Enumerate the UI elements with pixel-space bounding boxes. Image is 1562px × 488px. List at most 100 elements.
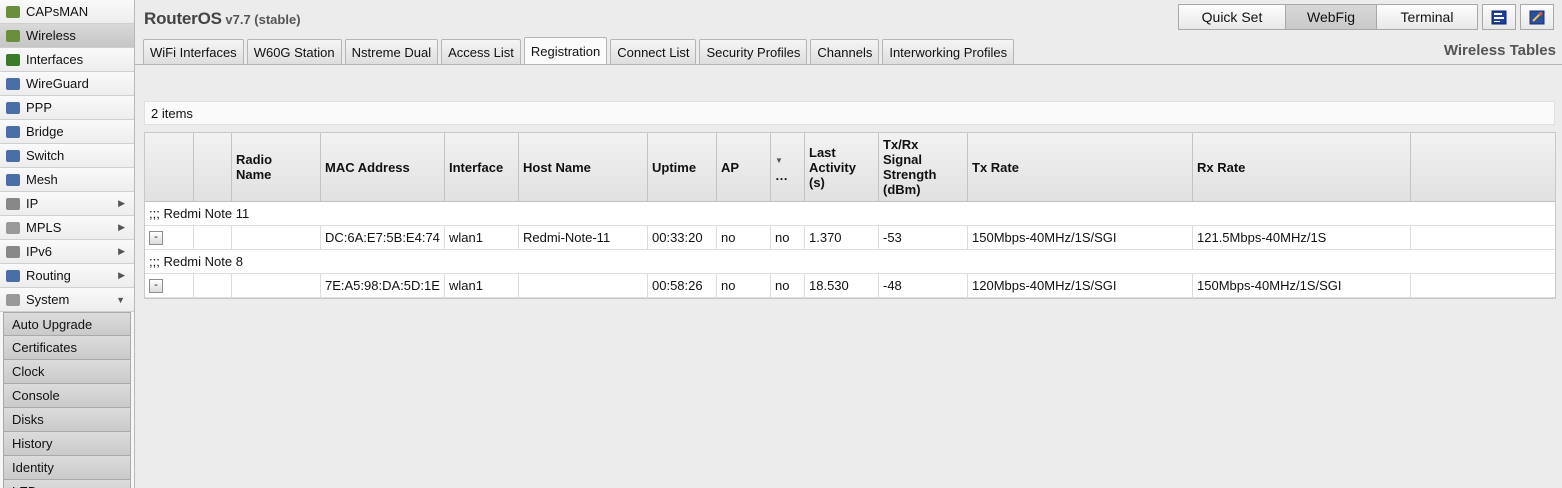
table-cell: 150Mbps-40MHz/1S/SGI	[1193, 274, 1411, 297]
sidebar-item-mesh[interactable]: Mesh	[0, 168, 134, 192]
row-action-cell: -	[145, 274, 194, 297]
submenu-item-auto-upgrade[interactable]: Auto Upgrade	[3, 312, 131, 336]
submenu-item-led[interactable]: LED	[3, 480, 131, 488]
sidebar-item-mpls[interactable]: MPLS ▶	[0, 216, 134, 240]
table-cell: no	[717, 274, 771, 297]
tab-channels[interactable]: Channels	[810, 39, 880, 64]
header-line: Signal	[883, 152, 923, 167]
table-row[interactable]: - DC:6A:E7:5B:E4:74 wlan1 Redmi-Note-11 00:3…	[145, 226, 1555, 250]
sidebar-item-interfaces[interactable]: Interfaces	[0, 48, 134, 72]
table-cell: no	[717, 226, 771, 249]
terminal-button[interactable]: Terminal	[1376, 4, 1478, 30]
sidebar-item-system[interactable]: System ▼	[0, 288, 134, 312]
column-header-blank[interactable]	[145, 133, 194, 201]
column-header-[interactable]: ▼…	[771, 133, 805, 201]
sidebar-item-ipv6[interactable]: IPv6 ▶	[0, 240, 134, 264]
design-mode-icon[interactable]	[1482, 4, 1516, 30]
chevron-right-icon: ▶	[118, 222, 125, 232]
header-line: (s)	[809, 174, 825, 190]
brand: RouterOS v7.7 (stable)	[144, 9, 301, 29]
sidebar-item-wireguard[interactable]: WireGuard	[0, 72, 134, 96]
column-header-last-activity-s[interactable]: Last Activity (s)	[805, 133, 879, 201]
sidebar-item-ppp[interactable]: PPP	[0, 96, 134, 120]
column-header-interface[interactable]: Interface	[445, 133, 519, 201]
sidebar-item-wireless[interactable]: Wireless	[0, 24, 134, 48]
sidebar-item-label: Mesh	[26, 172, 58, 187]
column-header-tx-rx-signal-strength-dbm[interactable]: Tx/Rx Signal Strength (dBm)	[879, 133, 968, 201]
tab-interworking-profiles[interactable]: Interworking Profiles	[882, 39, 1015, 64]
column-header-ap[interactable]: AP	[717, 133, 771, 201]
header-line: Host Name	[523, 159, 591, 175]
sidebar-item-switch[interactable]: Switch	[0, 144, 134, 168]
switch-icon	[6, 149, 20, 162]
ppp-icon	[6, 101, 20, 114]
sidebar-item-ip[interactable]: IP ▶	[0, 192, 134, 216]
header-line: Uptime	[652, 159, 697, 175]
submenu-item-clock[interactable]: Clock	[3, 360, 131, 384]
header-line: Activity	[809, 159, 856, 175]
header-line: Radio	[236, 152, 273, 167]
table-cell: no	[771, 274, 805, 297]
column-header-host-name[interactable]: Host Name	[519, 133, 648, 201]
tab-access-list[interactable]: Access List	[441, 39, 521, 64]
table-cell	[1411, 226, 1555, 249]
sidebar-item-bridge[interactable]: Bridge	[0, 120, 134, 144]
column-header-uptime[interactable]: Uptime	[648, 133, 717, 201]
column-header-label: Interface	[449, 160, 503, 175]
column-header-label: Uptime	[652, 160, 696, 175]
column-header-mac-address[interactable]: MAC Address	[321, 133, 445, 201]
header-line: AP	[721, 159, 740, 175]
submenu-item-console[interactable]: Console	[3, 384, 131, 408]
tab-w60g-station[interactable]: W60G Station	[246, 39, 342, 64]
column-header-label: Last Activity (s)	[809, 145, 856, 190]
table-cell: 7E:A5:98:DA:5D:1E	[321, 274, 445, 297]
submenu-item-disks[interactable]: Disks	[3, 408, 131, 432]
sidebar-item-label: MPLS	[26, 220, 62, 235]
table-cell	[194, 226, 232, 249]
table-cell: wlan1	[445, 226, 519, 249]
tab-wifi-interfaces[interactable]: WiFi Interfaces	[143, 39, 244, 64]
header-line: Tx/Rx	[883, 137, 919, 152]
remove-button[interactable]: -	[149, 230, 163, 245]
table-row[interactable]: -7E:A5:98:DA:5D:1E wlan1 00:58:26 no no 18.53…	[145, 274, 1555, 298]
table-cell: 150Mbps-40MHz/1S/SGI	[968, 226, 1193, 249]
tab-nstreme-dual[interactable]: Nstreme Dual	[344, 39, 439, 64]
brand-name: RouterOS	[144, 9, 222, 28]
column-header-tx-rate[interactable]: Tx Rate	[968, 133, 1193, 201]
interfaces-icon	[6, 53, 20, 66]
sidebar-item-label: System	[26, 292, 70, 307]
sidebar-item-label: CAPsMAN	[26, 4, 89, 19]
ipv6-icon	[6, 245, 20, 258]
remove-button[interactable]: -	[149, 278, 163, 293]
column-header-rx-rate[interactable]: Rx Rate	[1193, 133, 1411, 201]
mpls-icon	[6, 221, 20, 234]
submenu-item-identity[interactable]: Identity	[3, 456, 131, 480]
submenu-item-history[interactable]: History	[3, 432, 131, 456]
tab-security-profiles[interactable]: Security Profiles	[699, 39, 808, 64]
tab-connect-list[interactable]: Connect List	[610, 39, 697, 64]
quick-set-button[interactable]: Quick Set	[1178, 4, 1286, 30]
submenu-item-certificates[interactable]: Certificates	[3, 336, 131, 360]
column-header-radio-name[interactable]: Radio Name	[232, 133, 321, 201]
sidebar-item-routing[interactable]: Routing ▶	[0, 264, 134, 288]
table-cell: -53	[879, 226, 968, 249]
items-count: 2 items	[144, 101, 1555, 125]
settings-icon[interactable]	[1520, 4, 1554, 30]
column-header-blank[interactable]	[1411, 133, 1555, 201]
column-header-blank[interactable]	[194, 133, 232, 201]
header-line: MAC Address	[325, 159, 410, 175]
header-line: Rx Rate	[1197, 159, 1246, 175]
sidebar: CAPsMAN Wireless Interfaces WireGuard PPP Bri…	[0, 0, 135, 488]
header: RouterOS v7.7 (stable) Quick Set WebFig …	[135, 0, 1562, 38]
row-action-cell: -	[145, 226, 194, 249]
webfig-button[interactable]: WebFig	[1285, 4, 1377, 30]
table-cell	[232, 226, 321, 249]
tab-registration[interactable]: Registration	[523, 37, 608, 64]
table-cell: 121.5Mbps-40MHz/1S	[1193, 226, 1411, 249]
tab-divider	[135, 64, 1562, 65]
wireless-icon	[6, 29, 20, 42]
column-header-label: Tx/Rx Signal Strength (dBm)	[883, 137, 936, 197]
bridge-icon	[6, 125, 20, 138]
sidebar-item-capsman[interactable]: CAPsMAN	[0, 0, 134, 24]
table-cell	[1411, 274, 1555, 297]
